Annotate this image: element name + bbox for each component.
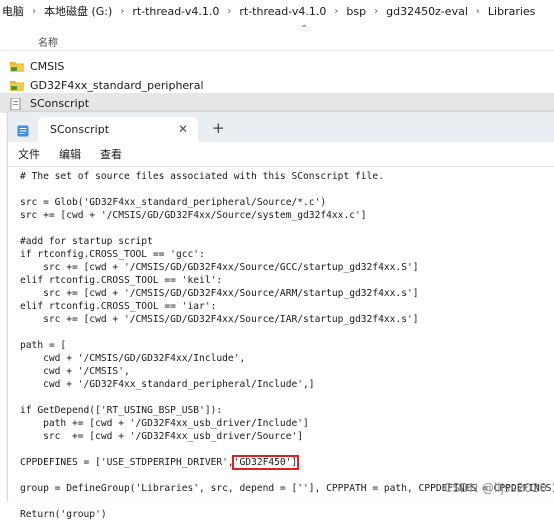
list-item-cmsis[interactable]: CMSIS xyxy=(10,56,554,76)
code-line: src += [cwd + '/CMSIS/GD/GD32F4xx/Source… xyxy=(20,262,419,273)
menu-item-view[interactable]: 查看 xyxy=(100,146,122,162)
code-line: cwd + '/GD32F4xx_standard_peripheral/Inc… xyxy=(20,379,315,390)
divider xyxy=(8,166,554,167)
chevron-right-icon: › xyxy=(32,5,36,17)
code-text: CPPDEFINES = ['USE_STDPERIPH_DRIVER', xyxy=(20,457,234,468)
breadcrumb-item[interactable]: gd32450z-eval xyxy=(386,5,468,18)
code-line: cwd + '/CMSIS', xyxy=(20,366,130,377)
code-line: cwd + '/CMSIS/GD/GD32F4xx/Include', xyxy=(20,353,246,364)
breadcrumb-item[interactable]: rt-thread-v4.1.0 xyxy=(132,5,219,18)
notepad-app-icon xyxy=(17,122,29,137)
code-line: CPPDEFINES = ['USE_STDPERIPH_DRIVER','GD… xyxy=(20,455,550,470)
code-line: Return('group') xyxy=(20,509,107,520)
breadcrumb-item[interactable]: rt-thread-v4.1.0 xyxy=(239,5,326,18)
file-icon xyxy=(10,98,24,110)
text-editor[interactable]: # The set of source files associated wit… xyxy=(20,170,554,520)
chevron-right-icon: › xyxy=(334,5,339,17)
code-line: #add for startup script xyxy=(20,236,153,247)
add-tab-icon[interactable]: + xyxy=(212,119,225,137)
breadcrumb: 电脑 › 本地磁盘 (G:) › rt-thread-v4.1.0 › rt-t… xyxy=(0,0,554,22)
menu-item-edit[interactable]: 编辑 xyxy=(59,146,81,162)
close-icon[interactable]: ✕ xyxy=(178,122,188,136)
code-line: if GetDepend(['RT_USING_BSP_USB']): xyxy=(20,405,223,416)
menu-item-file[interactable]: 文件 xyxy=(18,146,40,162)
code-line: elif rtconfig.CROSS_TOOL == 'keil': xyxy=(20,275,223,286)
code-line: src += [cwd + '/CMSIS/GD/GD32F4xx/Source… xyxy=(20,288,419,299)
code-line: src += [cwd + '/CMSIS/GD/GD32F4xx/Source… xyxy=(20,314,419,325)
breadcrumb-item[interactable]: 电脑 xyxy=(2,3,24,19)
notepad-window: SConscript ✕ + 文件 编辑 查看 # The set of sou… xyxy=(7,112,554,520)
highlighted-define: 'GD32F450'] xyxy=(231,455,300,470)
code-line: path += [cwd + '/GD32F4xx_usb_driver/Inc… xyxy=(20,418,309,429)
list-item-sconscript[interactable]: SConscript xyxy=(0,93,554,113)
file-name: GD32F4xx_standard_peripheral xyxy=(30,78,204,92)
menu-bar: 文件 编辑 查看 xyxy=(8,142,554,166)
code-line: elif rtconfig.CROSS_TOOL == 'iar': xyxy=(20,301,217,312)
chevron-right-icon: › xyxy=(120,5,125,17)
code-line: src += [cwd + '/GD32F4xx_usb_driver/Sour… xyxy=(20,431,304,442)
breadcrumb-item[interactable]: Libraries xyxy=(488,5,536,18)
code-line: src = Glob('GD32F4xx_standard_peripheral… xyxy=(20,197,327,208)
breadcrumb-item[interactable]: 本地磁盘 (G:) xyxy=(44,3,112,19)
code-line: path = [ xyxy=(20,340,67,351)
chevron-right-icon: › xyxy=(374,5,379,17)
list-item-gd32f4xx-standard-peripheral[interactable]: GD32F4xx_standard_peripheral xyxy=(10,75,554,95)
code-line: # The set of source files associated wit… xyxy=(20,171,384,182)
chevron-right-icon: › xyxy=(475,5,480,17)
column-header-name[interactable]: 名称 xyxy=(38,34,58,49)
divider xyxy=(0,50,554,51)
sort-chevron-icon[interactable]: ⌃ xyxy=(300,24,308,35)
folder-icon xyxy=(10,80,24,91)
file-list: ⌃ 名称 CMSIS GD32F4xx_standard_peripheral … xyxy=(0,22,554,113)
chevron-right-icon: › xyxy=(227,5,232,17)
title-bar: SConscript ✕ + xyxy=(8,112,554,142)
code-line: src += [cwd + '/CMSIS/GD/GD32F4xx/Source… xyxy=(20,210,367,221)
watermark: CSDN @lljss2020 xyxy=(443,481,547,495)
tab-title: SConscript xyxy=(50,123,110,136)
breadcrumb-item[interactable]: bsp xyxy=(346,5,366,18)
tab-sconscript[interactable]: SConscript ✕ xyxy=(38,117,198,142)
file-name: CMSIS xyxy=(30,59,65,73)
file-name: SConscript xyxy=(30,96,90,110)
folder-icon xyxy=(10,61,24,72)
code-line: if rtconfig.CROSS_TOOL == 'gcc': xyxy=(20,249,205,260)
